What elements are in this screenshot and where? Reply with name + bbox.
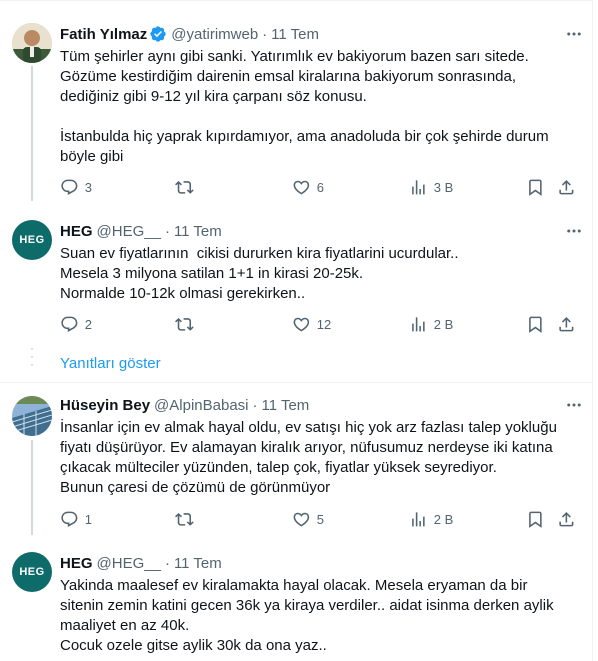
- views-button[interactable]: 2 B: [409, 315, 453, 334]
- action-bar: 2 12 2 B: [52, 315, 590, 335]
- like-icon: [293, 317, 310, 332]
- handle[interactable]: @AlpinBabasi: [154, 397, 248, 414]
- retweet-button[interactable]: [175, 178, 200, 197]
- more-icon[interactable]: [564, 221, 584, 241]
- avatar[interactable]: [12, 396, 52, 436]
- like-icon: [293, 512, 310, 527]
- verified-badge-icon: [149, 25, 167, 43]
- right-divider: [592, 0, 593, 661]
- like-button[interactable]: 6: [292, 178, 324, 197]
- tweet-text-container: Yakinda maalesef ev kiralamakta hayal ol…: [60, 576, 584, 656]
- more-icon[interactable]: [564, 395, 584, 415]
- timestamp[interactable]: 11 Tem: [271, 26, 319, 43]
- avatar[interactable]: [12, 23, 52, 63]
- dot-separator: ·: [262, 25, 268, 43]
- share-button[interactable]: [557, 315, 576, 334]
- top-divider: [0, 0, 592, 1]
- reply-icon: [61, 511, 78, 527]
- action-bar: 1 5 2 B: [52, 510, 590, 530]
- timestamp[interactable]: 11 Tem: [174, 223, 222, 240]
- display-name[interactable]: HEG: [60, 223, 93, 240]
- reply-button[interactable]: 3: [60, 178, 92, 197]
- avatar-photo: [12, 23, 52, 63]
- dot-separator: ·: [164, 554, 170, 572]
- reply-count: 2: [84, 316, 92, 332]
- bookmark-icon: [529, 511, 542, 528]
- like-icon: [293, 180, 310, 195]
- bookmark-icon: [529, 316, 542, 333]
- like-count: 12: [316, 316, 332, 332]
- tweet-text: Suan ev fiyatlarının cikisi dururken kir…: [60, 245, 459, 302]
- bookmark-button[interactable]: [526, 178, 545, 197]
- tweet-header: HEG @HEG__ · 11 Tem: [60, 553, 584, 573]
- reply-button[interactable]: 1: [60, 510, 92, 529]
- reply-icon: [61, 179, 78, 195]
- views-icon: [412, 512, 425, 527]
- views-button[interactable]: 2 B: [409, 510, 453, 529]
- views-count: 3 B: [433, 179, 454, 195]
- thread-line: [31, 440, 33, 535]
- reply-count: 1: [84, 511, 92, 527]
- tweet-header: Hüseyin Bey @AlpinBabasi · 11 Tem: [60, 395, 584, 415]
- reply-icon: [61, 316, 78, 332]
- views-count: 2 B: [433, 316, 454, 332]
- avatar[interactable]: HEG: [12, 220, 52, 260]
- avatar-photo: [12, 396, 52, 436]
- timestamp[interactable]: 11 Tem: [262, 397, 310, 414]
- retweet-button[interactable]: [175, 510, 200, 529]
- show-replies-link[interactable]: Yanıtları göster: [60, 355, 161, 372]
- dot-separator: ·: [252, 396, 258, 414]
- display-name[interactable]: Hüseyin Bey: [60, 397, 150, 414]
- thread-line: [31, 66, 33, 201]
- tweet-text: Yakinda maalesef ev kiralamakta hayal ol…: [60, 577, 554, 654]
- share-icon: [559, 317, 574, 332]
- tweet-text: Tüm şehirler aynı gibi sanki. Yatırımlık…: [60, 48, 549, 165]
- avatar-label: HEG: [19, 566, 45, 578]
- retweet-icon: [175, 181, 194, 194]
- views-button[interactable]: 3 B: [409, 178, 453, 197]
- views-count: 2 B: [433, 511, 454, 527]
- dot-separator: ·: [164, 222, 170, 240]
- bookmark-button[interactable]: [526, 315, 545, 334]
- reply-count: 3: [84, 179, 92, 195]
- display-name[interactable]: HEG: [60, 555, 93, 572]
- views-icon: [412, 317, 425, 332]
- share-icon: [559, 180, 574, 195]
- bookmark-button[interactable]: [526, 510, 545, 529]
- like-button[interactable]: 12: [292, 315, 331, 334]
- tweet-text: İnsanlar için ev almak hayal oldu, ev sa…: [60, 419, 557, 496]
- avatar[interactable]: HEG: [12, 552, 52, 592]
- thread-dot: [31, 364, 33, 366]
- share-button[interactable]: [557, 178, 576, 197]
- tweet-text-container: Tüm şehirler aynı gibi sanki. Yatırımlık…: [60, 47, 584, 167]
- avatar-label: HEG: [19, 234, 45, 246]
- handle[interactable]: @HEG__: [97, 555, 161, 572]
- display-name[interactable]: Fatih Yılmaz: [60, 26, 147, 43]
- retweet-icon: [175, 513, 194, 526]
- views-icon: [412, 180, 425, 195]
- handle[interactable]: @yatirimweb: [171, 26, 258, 43]
- retweet-button[interactable]: [175, 315, 200, 334]
- like-count: 5: [316, 511, 324, 527]
- like-count: 6: [316, 179, 324, 195]
- tweet-text-container: Suan ev fiyatlarının cikisi dururken kir…: [60, 244, 584, 304]
- handle[interactable]: @HEG__: [97, 223, 161, 240]
- tweet-divider: [0, 382, 592, 383]
- share-button[interactable]: [557, 510, 576, 529]
- bookmark-icon: [529, 179, 542, 196]
- thread-dot: [31, 348, 33, 350]
- tweet-text-container: İnsanlar için ev almak hayal oldu, ev sa…: [60, 418, 584, 498]
- like-button[interactable]: 5: [292, 510, 324, 529]
- more-icon[interactable]: [564, 24, 584, 44]
- tweet-header: Fatih Yılmaz @yatirimweb · 11 Tem: [60, 24, 584, 44]
- timestamp[interactable]: 11 Tem: [174, 555, 222, 572]
- thread-dot: [31, 356, 33, 358]
- reply-button[interactable]: 2: [60, 315, 92, 334]
- action-bar: 3 6 3 B: [52, 178, 590, 198]
- tweet-header: HEG @HEG__ · 11 Tem: [60, 221, 584, 241]
- retweet-icon: [175, 318, 194, 331]
- share-icon: [559, 512, 574, 527]
